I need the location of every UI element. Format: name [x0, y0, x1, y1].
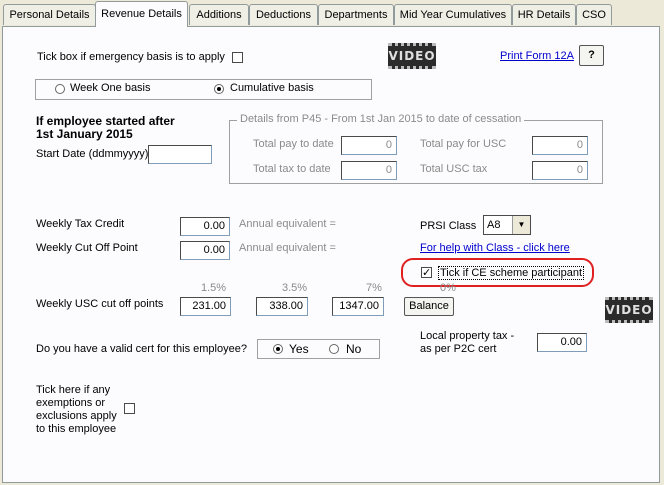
start-date-label: Start Date (ddmmyyyy) [36, 148, 149, 160]
prsi-class-help-link[interactable]: For help with Class - click here [420, 242, 570, 254]
tab-revenue-details[interactable]: Revenue Details [95, 1, 188, 27]
prsi-class-label: PRSI Class [420, 220, 477, 232]
exemptions-checkbox[interactable] [124, 403, 135, 414]
exemptions-label-line1: Tick here if any [36, 384, 111, 396]
week-one-basis-radio[interactable] [55, 84, 65, 94]
tab-additions[interactable]: Additions [189, 4, 249, 25]
emergency-basis-label: Tick box if emergency basis is to apply [37, 51, 225, 63]
p45-group-title: Details from P45 - From 1st Jan 2015 to … [237, 113, 525, 125]
usc-cut-off-2-input[interactable]: 338.00 [256, 297, 308, 316]
total-pay-label: Total pay to date [253, 138, 334, 150]
weekly-tax-credit-label: Weekly Tax Credit [36, 218, 125, 230]
usc-rate-2: 3.5% [282, 282, 308, 294]
total-tax-input[interactable]: 0 [341, 161, 397, 180]
weekly-cut-off-label: Weekly Cut Off Point [36, 242, 138, 254]
total-usc-tax-input[interactable]: 0 [532, 161, 588, 180]
total-pay-usc-input[interactable]: 0 [532, 136, 588, 155]
video-icon[interactable]: VIDEO [388, 43, 436, 69]
ce-scheme-checkbox[interactable]: ✓ [421, 267, 432, 279]
emergency-basis-checkbox[interactable] [232, 52, 243, 63]
total-tax-label: Total tax to date [253, 163, 331, 175]
total-usc-tax-label: Total USC tax [420, 163, 488, 175]
chevron-down-icon[interactable]: ▼ [512, 216, 530, 234]
usc-cut-off-label: Weekly USC cut off points [36, 298, 164, 310]
total-pay-usc-label: Total pay for USC [420, 138, 507, 150]
usc-cut-off-1-input[interactable]: 231.00 [180, 297, 231, 316]
start-date-input[interactable] [148, 145, 212, 164]
help-button[interactable]: ? [579, 45, 604, 66]
usc-rate-1: 1.5% [201, 282, 227, 294]
cert-no-label: No [346, 342, 362, 356]
valid-cert-question: Do you have a valid cert for this employ… [36, 343, 247, 355]
prsi-class-value: A8 [487, 219, 501, 231]
total-pay-input[interactable]: 0 [341, 136, 397, 155]
lpt-input[interactable]: 0.00 [537, 333, 587, 352]
ce-scheme-label: Tick if CE scheme participant [438, 266, 585, 280]
print-form-12a-link[interactable]: Print Form 12A [500, 50, 574, 62]
week-one-basis-label: Week One basis [70, 82, 151, 94]
prsi-class-select[interactable]: A8 ▼ [483, 215, 531, 235]
cut-off-annual-equivalent-label: Annual equivalent = [239, 242, 336, 254]
usc-cut-off-3-input[interactable]: 1347.00 [332, 297, 384, 316]
weekly-cut-off-input[interactable]: 0.00 [180, 241, 230, 260]
tab-mid-year-cumulatives[interactable]: Mid Year Cumulatives [394, 4, 512, 25]
balance-button[interactable]: Balance [404, 297, 454, 316]
lpt-label-line1: Local property tax - [420, 330, 515, 342]
tab-bar: Personal Details Revenue Details Additio… [0, 0, 664, 27]
start-heading-line2: 1st January 2015 [36, 127, 133, 141]
start-heading-line1: If employee started after [36, 114, 175, 128]
usc-rate-3: 7% [366, 282, 382, 294]
tax-credit-annual-equivalent-label: Annual equivalent = [239, 218, 336, 230]
ce-rate-hint: 0% [440, 282, 456, 294]
cumulative-basis-radio[interactable] [214, 84, 224, 94]
lpt-label-line2: as per P2C cert [420, 343, 497, 355]
exemptions-label-line2: exemptions or [36, 397, 106, 409]
cumulative-basis-label: Cumulative basis [230, 82, 314, 94]
weekly-tax-credit-input[interactable]: 0.00 [180, 217, 230, 236]
cert-yes-radio[interactable] [273, 344, 283, 354]
cert-no-radio[interactable] [329, 344, 339, 354]
exemptions-label-line4: to this employee [36, 423, 117, 435]
tab-departments[interactable]: Departments [318, 4, 394, 25]
video-icon[interactable]: VIDEO [605, 297, 653, 323]
tab-cso[interactable]: CSO [576, 4, 612, 25]
exemptions-label-line3: exclusions apply [36, 410, 117, 422]
tab-hr-details[interactable]: HR Details [512, 4, 576, 25]
tab-personal-details[interactable]: Personal Details [3, 4, 96, 25]
tab-deductions[interactable]: Deductions [249, 4, 318, 25]
cert-yes-label: Yes [289, 342, 309, 356]
